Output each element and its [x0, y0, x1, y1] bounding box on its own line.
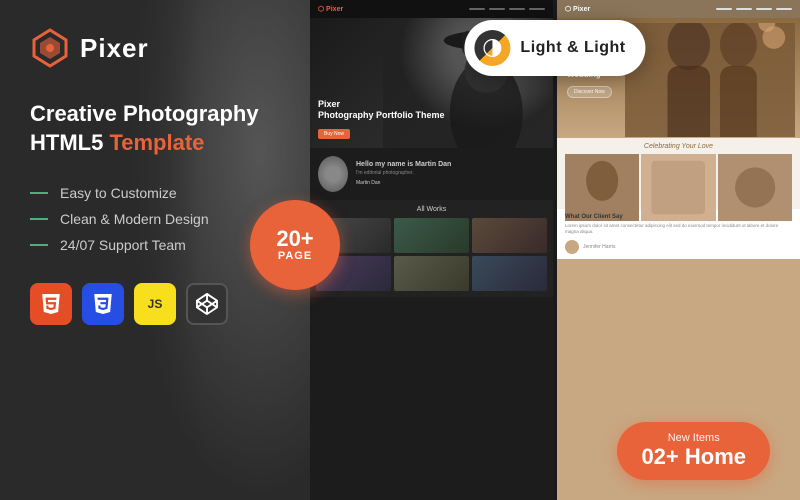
logo: Pixer	[30, 28, 290, 68]
mock-discover-button: Discover Now	[567, 86, 612, 98]
portfolio-item	[472, 256, 547, 291]
codepen-icon	[186, 283, 228, 325]
mock-dark-logo: ⬡ Pixer	[318, 5, 343, 13]
couple-image	[625, 23, 795, 137]
nav-item	[509, 8, 525, 10]
nav-item	[716, 8, 732, 10]
testimonial-avatar	[565, 240, 579, 254]
toggle-icon	[474, 30, 510, 66]
logo-icon	[30, 28, 70, 68]
nav-item	[489, 8, 505, 10]
mock-buy-button: Buy Now	[318, 129, 350, 139]
mock-light-logo: ⬡ Pixer	[565, 5, 590, 13]
page-count-badge: 20+ PAGE	[250, 200, 340, 290]
feature-dash	[30, 244, 48, 246]
nav-item	[776, 8, 792, 10]
js-label: JS	[148, 297, 163, 311]
feature-label: 24/07 Support Team	[60, 237, 186, 253]
nav-item	[736, 8, 752, 10]
mock-testimonial-text: Lorem ipsum dolor sit amet consectetur a…	[565, 223, 792, 236]
mock-hero-text: PixerPhotography Portfolio Theme Buy Now	[318, 99, 445, 140]
portfolio-item	[394, 218, 469, 253]
feature-item: Clean & Modern Design	[30, 211, 290, 227]
mock-author-name: Martin Dan	[356, 180, 545, 187]
nav-item	[529, 8, 545, 10]
javascript-icon: JS	[134, 283, 176, 325]
mock-avatar	[318, 156, 348, 192]
mock-photo-row	[565, 154, 792, 204]
portfolio-item	[394, 256, 469, 291]
theme-toggle-button[interactable]: Light & Light	[464, 20, 645, 76]
nav-item	[469, 8, 485, 10]
feature-item: Easy to Customize	[30, 185, 290, 201]
left-content: Pixer Creative Photography HTML5 Templat…	[30, 28, 290, 325]
feature-dash	[30, 218, 48, 220]
mock-profile-name: Hello my name is Martin Dan	[356, 161, 545, 168]
headline-line2: HTML5 Template	[30, 129, 290, 158]
mock-light-header: ⬡ Pixer	[557, 0, 800, 18]
mock-grid-title: All Works	[316, 206, 547, 213]
brand-name: Pixer	[80, 33, 149, 64]
mock-hero-title: PixerPhotography Portfolio Theme	[318, 99, 445, 122]
new-items-badge: New Items 02+ Home	[617, 422, 770, 480]
photo-item	[641, 154, 715, 221]
mock-celebrating-title: Celebrating Your Love	[565, 143, 792, 150]
mock-portfolio-grid: All Works	[310, 200, 553, 297]
new-items-value: 02+ Home	[641, 444, 746, 470]
headline: Creative Photography HTML5 Template	[30, 100, 290, 157]
mock-profile-section: Hello my name is Martin Dan I'm editoria…	[310, 148, 553, 200]
mock-profile-desc: I'm editorial photographer.	[356, 170, 545, 177]
feature-label: Clean & Modern Design	[60, 211, 209, 227]
css3-icon	[82, 283, 124, 325]
mock-nav	[469, 8, 545, 10]
headline-template: Template	[109, 130, 204, 155]
mock-profile-text: Hello my name is Martin Dan I'm editoria…	[356, 161, 545, 187]
mock-dark-header: ⬡ Pixer	[310, 0, 553, 18]
badge-number: 20+	[276, 228, 313, 250]
badge-label: PAGE	[278, 250, 312, 262]
photo-item	[718, 154, 792, 221]
theme-toggle-label: Light & Light	[520, 39, 625, 57]
feature-label: Easy to Customize	[60, 185, 177, 201]
new-items-label: New Items	[641, 432, 746, 444]
mock-light-nav	[716, 8, 792, 10]
nav-item	[756, 8, 772, 10]
photo-item	[565, 154, 639, 221]
headline-html5: HTML5	[30, 130, 103, 155]
testimonial-name: Jennifer Harris	[583, 244, 616, 250]
portfolio-item	[472, 218, 547, 253]
html5-icon	[30, 283, 72, 325]
mock-grid-items	[316, 218, 547, 291]
screenshots-area: Light & Light ⬡ Pixer	[310, 0, 800, 500]
feature-dash	[30, 192, 48, 194]
mock-celebrating-section: Celebrating Your Love	[557, 138, 800, 209]
tech-icons-row: JS	[30, 283, 290, 325]
headline-line1: Creative Photography	[30, 100, 290, 129]
